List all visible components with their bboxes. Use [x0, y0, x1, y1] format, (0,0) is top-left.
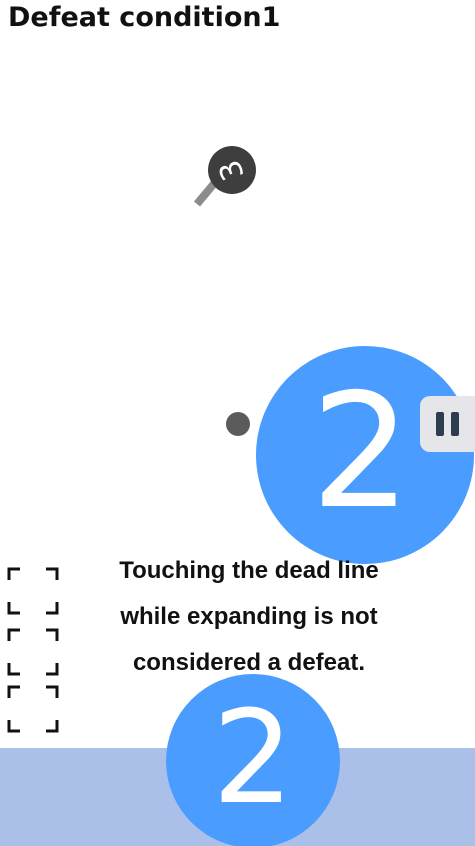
dead-line-markers — [7, 567, 59, 733]
pause-icon-right-bar — [451, 412, 459, 436]
level-title: Defeat condition1 — [8, 2, 281, 33]
corner-bracket-icon — [7, 567, 59, 615]
hint-line-2: while expanding is not — [120, 603, 378, 630]
bottom-bubble[interactable]: 2 — [166, 674, 340, 846]
expanding-bubble[interactable]: 2 — [256, 346, 474, 564]
player-dot[interactable] — [226, 412, 250, 436]
magnifier-3-icon: 3 — [193, 146, 256, 207]
corner-bracket-icon — [7, 628, 59, 676]
corner-bracket-icon — [7, 685, 59, 733]
hint-line-1: Touching the dead line — [119, 557, 379, 584]
expanding-bubble-number: 2 — [310, 360, 412, 544]
hint-message: Touching the dead line while expanding i… — [90, 548, 408, 686]
game-stage[interactable]: Defeat condition1 3 2 Touching the dead … — [0, 0, 475, 846]
bottom-bubble-number: 2 — [212, 684, 294, 833]
pause-icon-left-bar — [436, 412, 444, 436]
pause-button[interactable] — [420, 396, 475, 452]
